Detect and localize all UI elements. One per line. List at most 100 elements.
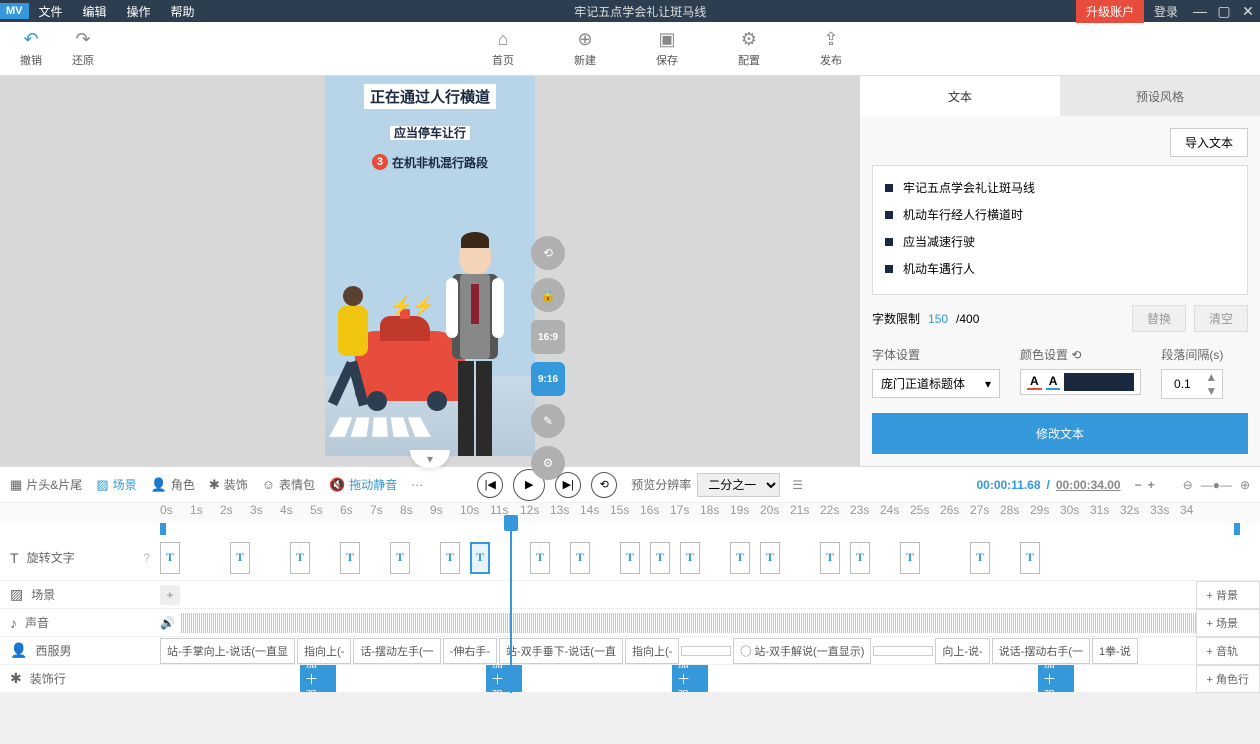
mute-toggle-icon[interactable]: 🔊 — [160, 616, 175, 630]
minimize-icon[interactable]: ― — [1188, 3, 1212, 19]
text-clip[interactable]: T — [440, 542, 460, 574]
text-clip[interactable]: T — [1020, 542, 1040, 574]
tab-mute[interactable]: 🔇拖动静音 — [329, 476, 397, 493]
tab-head-tail[interactable]: ▦片头&片尾 — [10, 476, 82, 493]
character-track[interactable]: 站-手掌向上-说话(一直显 指向上(- 话-摆动左手(一 -伸右手- 站-双手垂… — [160, 637, 1260, 664]
action-clip[interactable]: 指向上(- — [625, 638, 679, 664]
lock-control[interactable]: 🔒 — [531, 278, 565, 312]
close-icon[interactable]: ✕ — [1236, 3, 1260, 20]
publish-button[interactable]: ⇪发布 — [820, 29, 842, 68]
modify-text-button[interactable]: 修改文本 — [872, 413, 1248, 454]
deco-clip[interactable]: 加 十 强 — [300, 665, 336, 692]
zoom-slider[interactable]: ―●― — [1201, 478, 1232, 492]
action-clip[interactable]: 站-双手垂下-说话(一直 — [499, 638, 623, 664]
text-clip[interactable]: T — [760, 542, 780, 574]
text-clip[interactable]: T — [680, 542, 700, 574]
action-clip[interactable]: 话-摆动左手(一 — [353, 638, 440, 664]
text-clip[interactable]: T — [970, 542, 990, 574]
text-clip[interactable]: T — [820, 542, 840, 574]
action-clip[interactable]: 指向上(- — [297, 638, 351, 664]
gap-input[interactable] — [1162, 373, 1202, 395]
upgrade-button[interactable]: 升级账户 — [1076, 0, 1144, 23]
timeline-ruler[interactable]: 0s1s2s3s4s5s6s7s8s9s10s11s12s13s14s15s16… — [0, 503, 1260, 523]
text-clip[interactable]: T — [160, 542, 180, 574]
font-select[interactable]: 庞门正道标题体▾ — [872, 369, 1000, 398]
menu-help[interactable]: 帮助 — [161, 0, 205, 23]
list-item[interactable]: 牢记五点学会礼让斑马线 — [881, 174, 1239, 201]
refresh-control[interactable]: ⟲ — [531, 236, 565, 270]
tab-emoji[interactable]: ☺表情包 — [262, 476, 315, 493]
action-clip[interactable] — [681, 646, 731, 656]
save-button[interactable]: ▣保存 — [656, 29, 678, 68]
expand-down-icon[interactable]: ▾ — [410, 450, 450, 468]
time-minus[interactable]: − — [1135, 478, 1142, 492]
gap-stepper[interactable]: ▲▼ — [1161, 369, 1223, 399]
color-picker[interactable]: A A — [1020, 369, 1141, 395]
zoom-in-icon[interactable]: ⊕ — [1240, 478, 1250, 492]
undo-button[interactable]: ↶撤销 — [20, 29, 42, 68]
redo-button[interactable]: ↷还原 — [72, 29, 94, 68]
text-clip[interactable]: T — [230, 542, 250, 574]
action-clip[interactable]: ◯ 站-双手解说(一直显示) — [733, 638, 871, 664]
text-clip[interactable]: T — [900, 542, 920, 574]
text-clip[interactable]: T — [390, 542, 410, 574]
time-total[interactable]: 00:00:34.00 — [1056, 478, 1121, 492]
zoom-out-icon[interactable]: ⊖ — [1183, 478, 1193, 492]
text-clip[interactable]: T — [570, 542, 590, 574]
text-clip-selected[interactable]: T — [470, 542, 490, 574]
add-background-button[interactable]: + 背景 — [1196, 581, 1260, 609]
new-button[interactable]: ⊕新建 — [574, 29, 596, 68]
range-bar[interactable] — [160, 523, 1240, 535]
waveform[interactable] — [181, 613, 1240, 633]
deco-track[interactable]: 加 十 强 加 十 强 加 十 强 加 十 强 加 十 强 — [160, 665, 1260, 692]
text-clip[interactable]: T — [530, 542, 550, 574]
text-clip[interactable]: T — [340, 542, 360, 574]
tab-deco[interactable]: ✱装饰 — [209, 476, 248, 493]
help-icon[interactable]: ? — [143, 551, 150, 565]
deco-clip[interactable]: 加 十 强 — [1038, 665, 1074, 692]
action-clip[interactable]: 1拳-说 — [1092, 638, 1138, 664]
add-audio-button[interactable]: + 音轨 — [1196, 637, 1260, 665]
add-role-button[interactable]: + 角色行 — [1196, 665, 1260, 693]
home-button[interactable]: ⌂首页 — [492, 29, 514, 68]
replace-button[interactable]: 替换 — [1132, 305, 1186, 332]
list-item[interactable]: 应当减速行驶 — [881, 228, 1239, 255]
action-clip[interactable]: -伸右手- — [443, 638, 497, 664]
reset-icon[interactable]: ⟲ — [1071, 348, 1081, 362]
login-button[interactable]: 登录 — [1144, 0, 1188, 23]
clear-button[interactable]: 清空 — [1194, 305, 1248, 332]
import-text-button[interactable]: 导入文本 — [1170, 128, 1248, 157]
text-clip[interactable]: T — [620, 542, 640, 574]
tab-preset[interactable]: 预设风格 — [1060, 76, 1260, 116]
canvas[interactable]: 正在通过人行横道 应当停车让行 3 在机非机混行路段 ⚡⚡ ⟲ 🔒 16:9 9… — [0, 76, 860, 466]
tab-text[interactable]: 文本 — [860, 76, 1060, 116]
tab-role[interactable]: 👤角色 — [151, 476, 195, 493]
ratio-9-16[interactable]: 9:16 — [531, 362, 565, 396]
text-color-icon-2[interactable]: A — [1046, 374, 1061, 390]
text-list[interactable]: 牢记五点学会礼让斑马线 机动车行经人行横道时 应当减速行驶 机动车遇行人 — [872, 165, 1248, 295]
action-clip[interactable] — [873, 646, 933, 656]
text-clip[interactable]: T — [650, 542, 670, 574]
deco-clip[interactable]: 加 十 强 — [672, 665, 708, 692]
action-clip[interactable]: 向上-说- — [935, 638, 989, 664]
scene-track[interactable]: + — [160, 581, 1260, 608]
tab-scene[interactable]: ▨场景 — [96, 476, 136, 493]
text-clip[interactable]: T — [290, 542, 310, 574]
menu-edit[interactable]: 编辑 — [73, 0, 117, 23]
text-clip[interactable]: T — [850, 542, 870, 574]
settings-control[interactable]: ⚙ — [531, 446, 565, 480]
text-track[interactable]: TTTTTTTTTTTTTTTTTTT — [160, 535, 1260, 580]
ratio-16-9[interactable]: 16:9 — [531, 320, 565, 354]
text-color-icon[interactable]: A — [1027, 374, 1042, 390]
preview-select[interactable]: 二分之一 — [697, 473, 780, 497]
action-clip[interactable]: 站-手掌向上-说话(一直显 — [160, 638, 295, 664]
menu-action[interactable]: 操作 — [117, 0, 161, 23]
list-item[interactable]: 机动车行经人行横道时 — [881, 201, 1239, 228]
action-clip[interactable]: 说话-摆动右手(一 — [992, 638, 1090, 664]
text-clip[interactable]: T — [730, 542, 750, 574]
add-scene-button[interactable]: + — [160, 585, 180, 605]
add-scene-button[interactable]: + 场景 — [1196, 609, 1260, 637]
config-button[interactable]: ⚙配置 — [738, 29, 760, 68]
playhead[interactable] — [510, 515, 512, 693]
more-icon[interactable]: ⋯ — [411, 478, 423, 492]
